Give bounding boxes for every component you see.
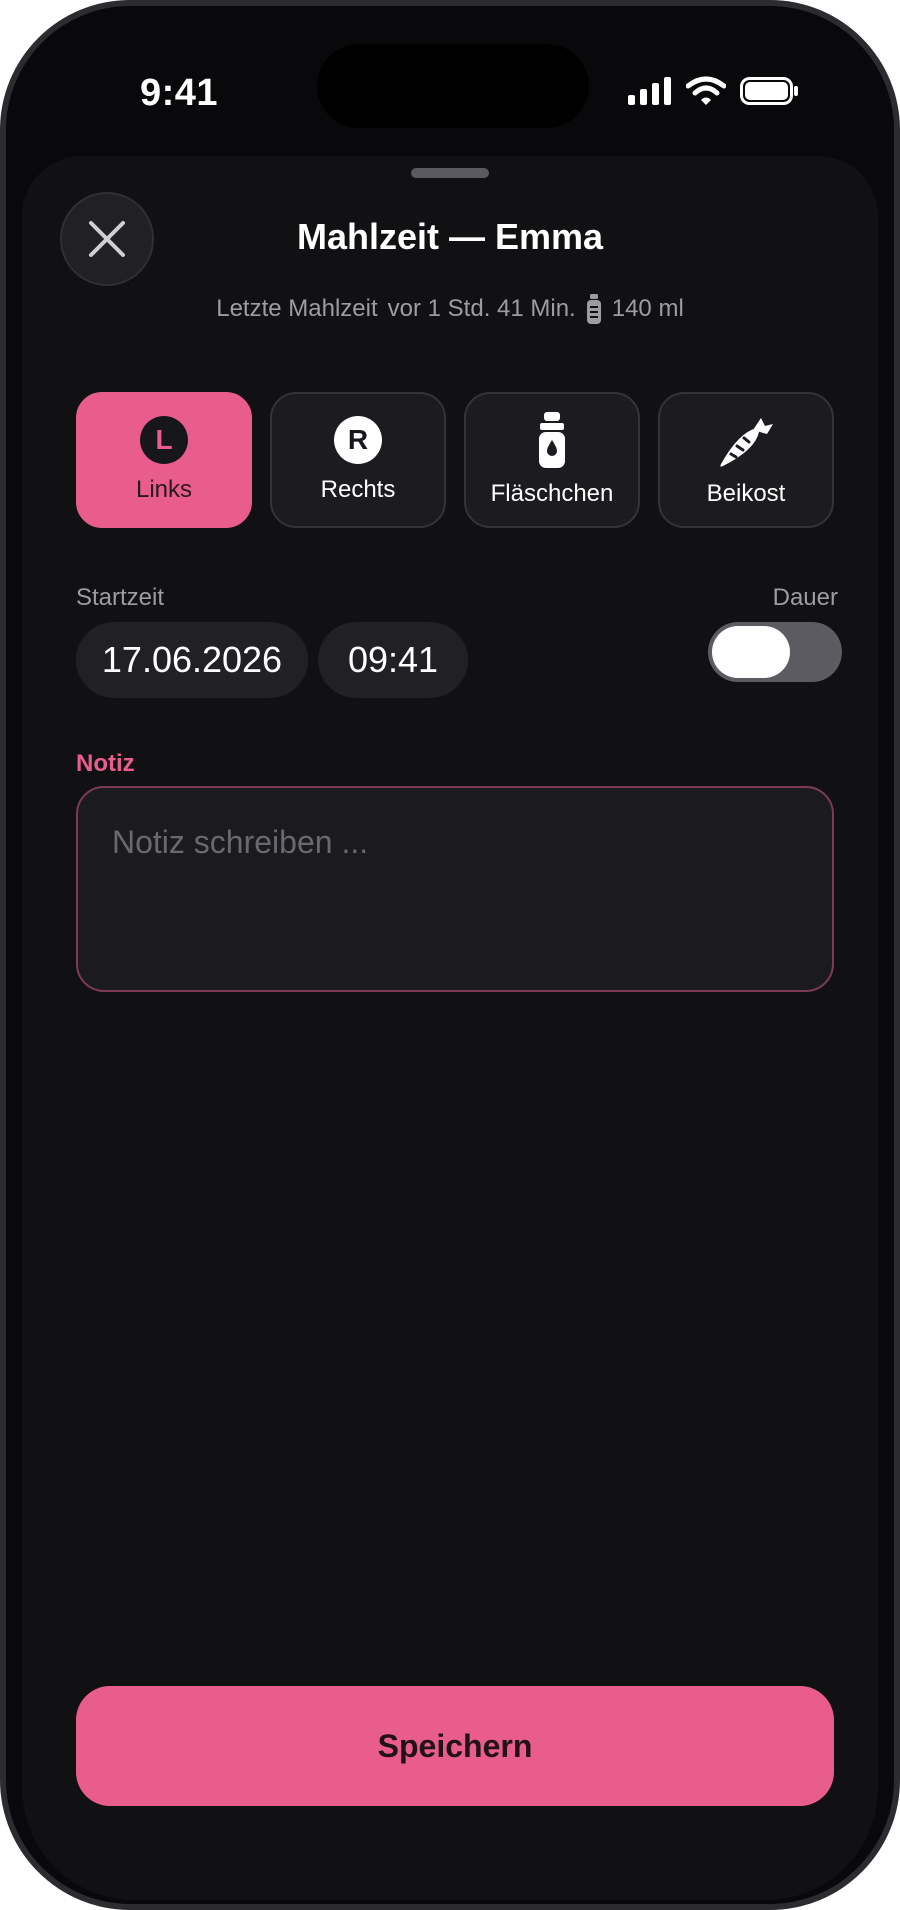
- feeding-sheet: Mahlzeit — Emma Letzte Mahlzeit vor 1 St…: [22, 156, 878, 1900]
- badge-l-icon: L: [140, 416, 188, 464]
- toggle-knob: [712, 626, 790, 678]
- option-beikost[interactable]: Beikost: [658, 392, 834, 528]
- start-time-label: Startzeit: [76, 584, 165, 611]
- status-icons: [628, 76, 800, 106]
- bottle-icon: [539, 412, 565, 468]
- option-rechts[interactable]: R Rechts: [270, 392, 446, 528]
- option-links[interactable]: L Links: [76, 392, 252, 528]
- option-label: Fläschchen: [490, 480, 614, 507]
- feeding-type-options: L Links R Rechts Fläschchen Beikost: [76, 392, 834, 528]
- option-flaeschchen[interactable]: Fläschchen: [464, 392, 640, 528]
- bottle-icon: [586, 294, 601, 324]
- last-meal-amount: 140 ml: [611, 295, 684, 322]
- signal-icon: [628, 77, 671, 105]
- time-picker[interactable]: 09:41: [318, 622, 468, 698]
- note-label: Notiz: [76, 750, 135, 777]
- last-meal-label: Letzte Mahlzeit: [216, 295, 378, 322]
- last-meal-ago: vor 1 Std. 41 Min.: [387, 295, 576, 322]
- duration-label: Dauer: [772, 584, 838, 611]
- duration-toggle[interactable]: [708, 622, 842, 682]
- battery-icon: [740, 77, 798, 105]
- last-meal-info: Letzte Mahlzeit vor 1 Std. 41 Min. 140 m…: [22, 294, 878, 324]
- save-button[interactable]: Speichern: [76, 1686, 834, 1806]
- carrot-icon: [720, 418, 773, 467]
- sheet-grabber[interactable]: [411, 168, 489, 178]
- date-picker[interactable]: 17.06.2026: [76, 622, 308, 698]
- option-label: Links: [135, 476, 193, 503]
- screen: 9:41 Mahlzeit — Emma Letzte Mahlzeit vor…: [6, 6, 894, 1904]
- dynamic-island: [317, 44, 589, 128]
- badge-r-icon: R: [334, 416, 382, 464]
- note-input[interactable]: [76, 786, 834, 992]
- device-frame: 9:41 Mahlzeit — Emma Letzte Mahlzeit vor…: [0, 0, 900, 1910]
- option-label: Rechts: [320, 476, 396, 503]
- wifi-icon: [686, 76, 726, 105]
- option-label: Beikost: [706, 480, 786, 507]
- status-bar: 9:41: [6, 6, 894, 166]
- status-time: 9:41: [140, 72, 219, 114]
- sheet-title: Mahlzeit — Emma: [296, 216, 604, 257]
